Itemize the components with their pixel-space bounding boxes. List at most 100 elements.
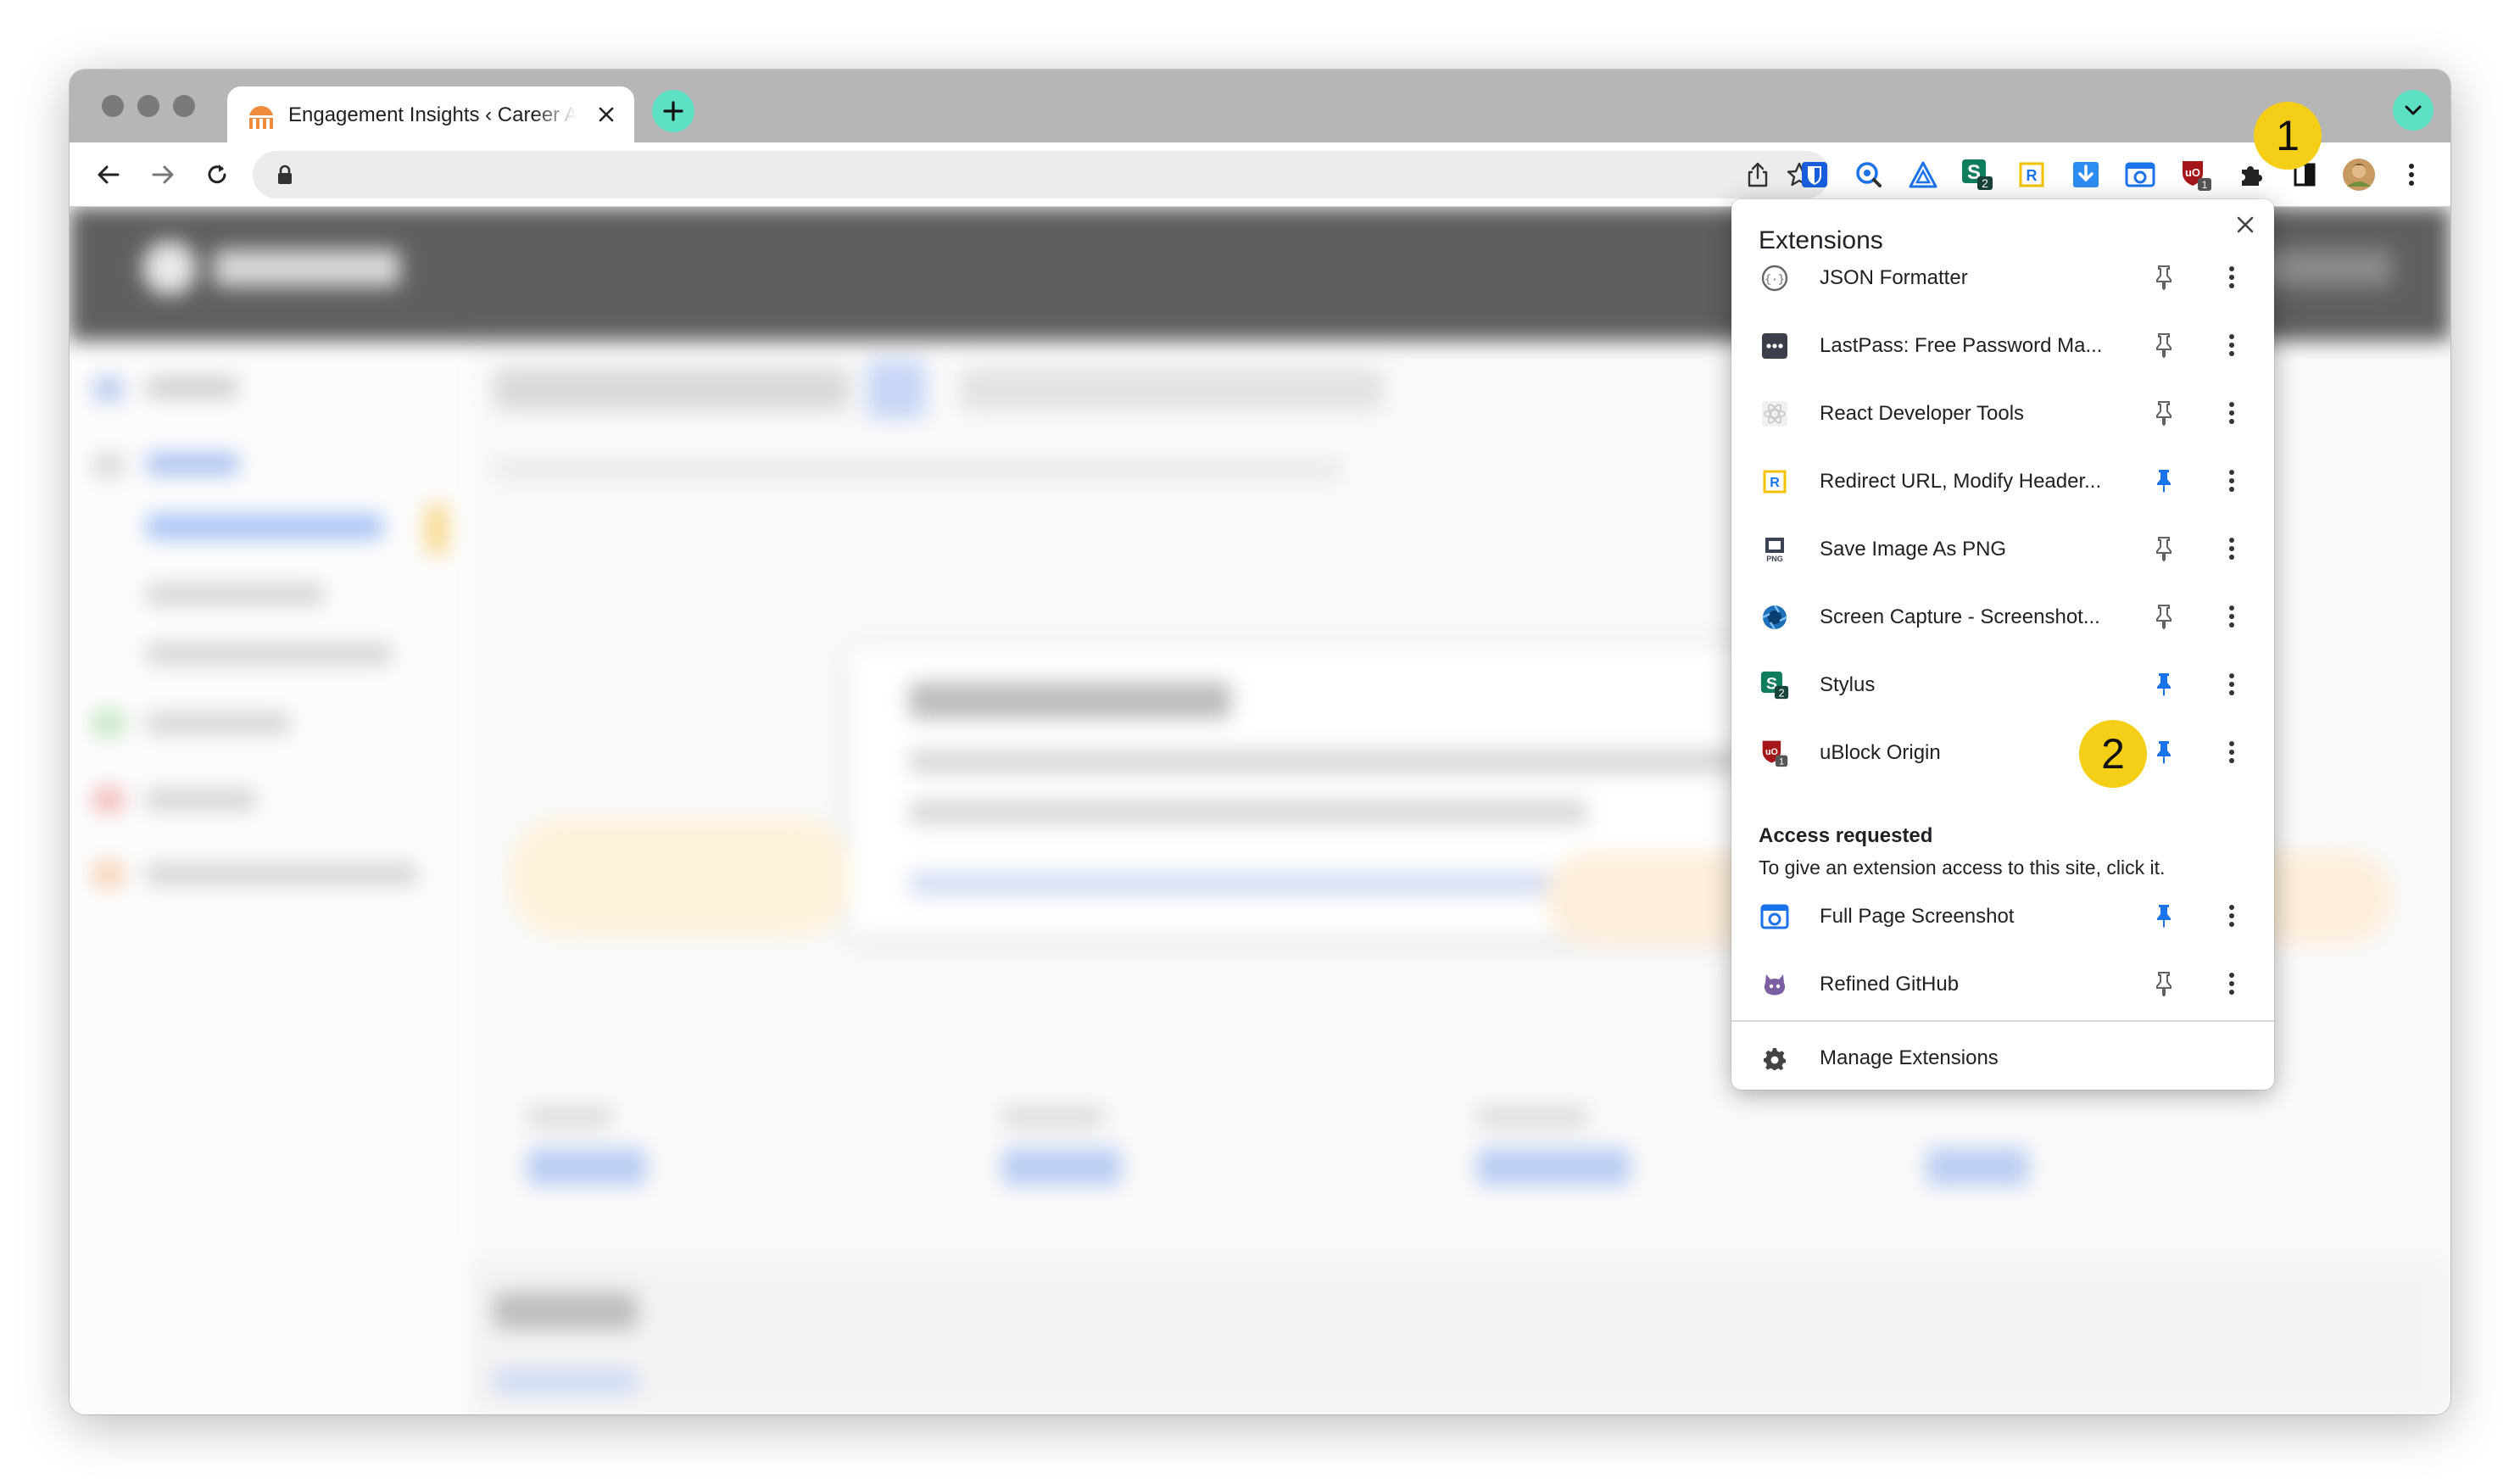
ublock-toolbar-icon[interactable]: uO 1 [2177, 156, 2215, 193]
full-page-screenshot-toolbar-icon[interactable] [2121, 156, 2159, 193]
forward-arrow-icon [152, 165, 174, 184]
extension-row[interactable]: LastPass: Free Password Ma... [1731, 311, 2274, 379]
manage-extensions-button[interactable]: Manage Extensions [1731, 1024, 2274, 1091]
close-popup-button[interactable] [2228, 208, 2262, 242]
manage-extensions-label: Manage Extensions [1820, 1046, 1999, 1069]
gear-icon [1760, 1044, 1789, 1073]
extension-row[interactable]: Screen Capture - Screenshot... [1731, 583, 2274, 650]
profile-avatar[interactable] [2340, 156, 2378, 193]
svg-text:2: 2 [1779, 687, 1785, 699]
redirect-icon: R [1760, 467, 1789, 496]
more-options-icon[interactable] [2215, 260, 2249, 294]
extension-name: uBlock Origin [1820, 741, 1941, 764]
svg-text:uO: uO [2185, 166, 2200, 179]
tab-close-icon[interactable] [594, 102, 619, 127]
extensions-popup: Extensions {·} JSON Formatter LastPass: … [1731, 199, 2274, 1090]
refined-github-icon [1760, 970, 1789, 999]
zoom-window-dot[interactable] [173, 95, 195, 117]
pin-icon[interactable] [2149, 398, 2179, 428]
extension-row[interactable]: PNG Save Image As PNG [1731, 515, 2274, 583]
more-options-icon[interactable] [2215, 464, 2249, 498]
svg-text:R: R [1770, 476, 1780, 490]
stylus-icon: S2 [1760, 671, 1789, 700]
lastpass-icon [1760, 332, 1789, 360]
lock-icon[interactable] [276, 165, 293, 185]
triangle-toolbar-icon[interactable] [1904, 156, 1942, 193]
back-button[interactable] [88, 154, 129, 195]
svg-text:1: 1 [2202, 179, 2208, 191]
access-requested-subtitle: To give an extension access to this site… [1759, 856, 2166, 879]
pin-icon[interactable] [2149, 968, 2179, 999]
active-tab[interactable]: Engagement Insights ‹ Career Advisor [227, 86, 634, 142]
stylus-toolbar-icon[interactable]: S2 [1959, 156, 1996, 193]
minimize-window-dot[interactable] [137, 95, 159, 117]
extension-name: Redirect URL, Modify Header... [1820, 470, 2102, 493]
pin-icon[interactable] [2149, 330, 2179, 360]
extension-row[interactable]: Full Page Screenshot [1731, 882, 2274, 950]
plus-icon [663, 101, 683, 121]
address-bar[interactable] [253, 151, 1830, 198]
popup-divider [1731, 1020, 2274, 1022]
pin-icon[interactable] [2149, 669, 2179, 700]
bitwarden-toolbar-icon[interactable] [1796, 156, 1833, 193]
extension-row[interactable]: uO 1 uBlock Origin [1731, 718, 2274, 786]
forward-button[interactable] [142, 154, 183, 195]
callout-badge-2: 2 [2079, 720, 2147, 788]
extension-name: Screen Capture - Screenshot... [1820, 605, 2100, 628]
close-window-dot[interactable] [102, 95, 124, 117]
svg-text:uO: uO [1765, 747, 1778, 757]
svg-text:2: 2 [1982, 176, 1988, 190]
extension-name: JSON Formatter [1820, 266, 1968, 289]
screen-capture-icon [1760, 603, 1789, 632]
reload-button[interactable] [197, 154, 237, 195]
pin-icon[interactable] [2149, 262, 2179, 293]
extension-row[interactable]: S2 Stylus [1731, 650, 2274, 718]
extension-row[interactable]: Refined GitHub [1731, 950, 2274, 1018]
svg-text:PNG: PNG [1766, 555, 1783, 563]
extension-name: Save Image As PNG [1820, 538, 2007, 561]
more-options-icon[interactable] [2215, 735, 2249, 769]
download-toolbar-icon[interactable] [2067, 156, 2105, 193]
json-formatter-icon: {·} [1760, 264, 1789, 293]
browser-window: Engagement Insights ‹ Career Advisor [70, 70, 2450, 1414]
more-options-icon[interactable] [2215, 899, 2249, 933]
extension-name: Full Page Screenshot [1820, 905, 2015, 928]
chevron-down-icon [2405, 105, 2422, 115]
extension-row[interactable]: {·} JSON Formatter [1731, 243, 2274, 311]
pin-icon[interactable] [2149, 601, 2179, 632]
callout-badge-1: 1 [2254, 102, 2322, 170]
share-icon[interactable] [1745, 161, 1770, 188]
more-options-icon[interactable] [2215, 532, 2249, 566]
more-options-icon[interactable] [2215, 328, 2249, 362]
close-icon [2237, 216, 2254, 233]
more-options-icon[interactable] [2215, 600, 2249, 633]
pin-icon[interactable] [2149, 533, 2179, 564]
svg-text:{·}: {·} [1765, 273, 1784, 286]
svg-text:1: 1 [1779, 756, 1784, 767]
pin-icon[interactable] [2149, 466, 2179, 496]
pin-icon[interactable] [2149, 737, 2179, 767]
extension-row[interactable]: R Redirect URL, Modify Header... [1731, 447, 2274, 515]
save-png-icon: PNG [1760, 535, 1789, 564]
tab-title: Engagement Insights ‹ Career Advisor [288, 103, 577, 126]
browser-menu-icon[interactable] [2393, 156, 2430, 193]
extension-row[interactable]: React Developer Tools [1731, 379, 2274, 447]
magnifier-toolbar-icon[interactable] [1850, 156, 1887, 193]
tab-search-button[interactable] [2393, 90, 2434, 131]
more-options-icon[interactable] [2215, 967, 2249, 1001]
full-page-screenshot-icon [1760, 902, 1789, 931]
extension-name: Stylus [1820, 673, 1876, 696]
tab-strip: Engagement Insights ‹ Career Advisor [70, 70, 2450, 142]
more-options-icon[interactable] [2215, 396, 2249, 430]
new-tab-button[interactable] [652, 90, 694, 132]
pin-icon[interactable] [2149, 901, 2179, 931]
react-icon [1760, 399, 1789, 428]
more-options-icon[interactable] [2215, 667, 2249, 701]
redirect-toolbar-icon[interactable]: R [2013, 156, 2050, 193]
reload-icon [208, 165, 226, 184]
extensions-puzzle-icon[interactable] [2232, 156, 2269, 193]
svg-text:R: R [2027, 167, 2038, 184]
browser-toolbar: S2 R uO 1 [70, 142, 2450, 207]
extension-name: React Developer Tools [1820, 402, 2025, 425]
ublock-icon: uO 1 [1760, 739, 1789, 767]
